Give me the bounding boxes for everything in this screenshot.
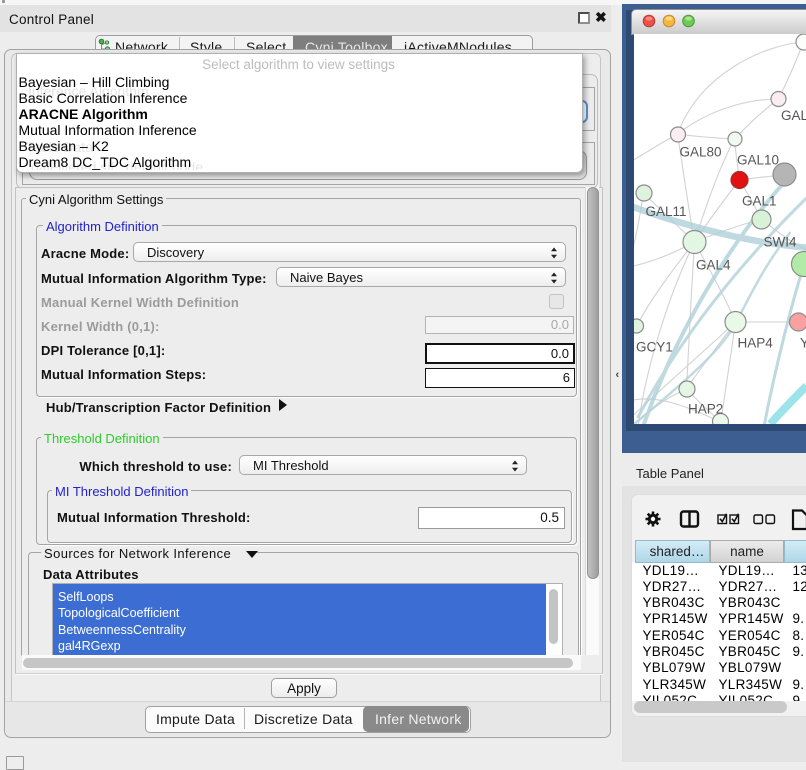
svg-text:GCY1: GCY1 <box>636 340 673 355</box>
svg-text:GAL1: GAL1 <box>742 194 777 209</box>
svg-text:GAL11: GAL11 <box>645 204 686 219</box>
svg-text:GAL: GAL <box>781 108 806 123</box>
svg-text:GAL4: GAL4 <box>696 258 731 273</box>
svg-text:GAL80: GAL80 <box>679 145 721 160</box>
svg-text:HAP2: HAP2 <box>688 402 723 417</box>
svg-text:HAP4: HAP4 <box>737 336 773 351</box>
svg-text:GAL10: GAL10 <box>737 153 779 168</box>
svg-text:SWI4: SWI4 <box>763 235 796 250</box>
svg-text:Y: Y <box>800 336 806 351</box>
